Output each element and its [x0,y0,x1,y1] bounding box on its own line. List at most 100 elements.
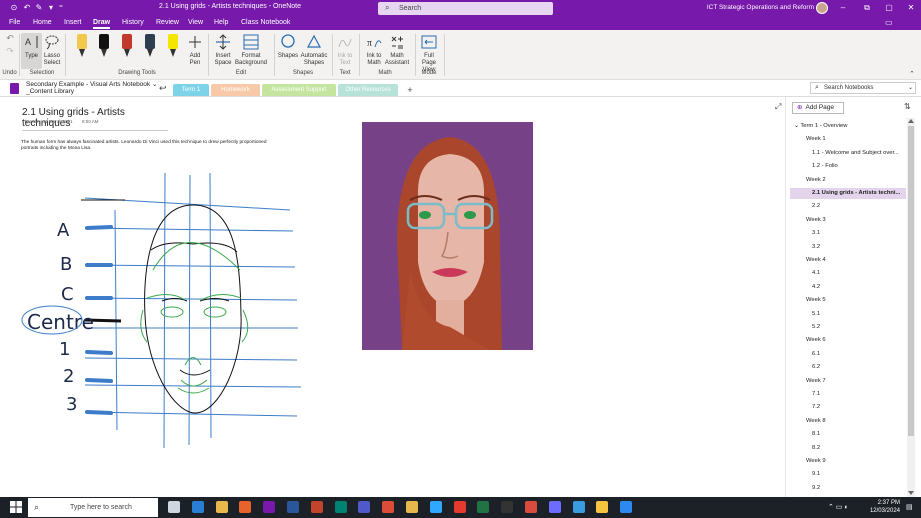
task-view-icon[interactable] [168,501,180,513]
notebook-name[interactable]: Secondary Example - Visual Arts Notebook… [26,80,157,88]
media-icon[interactable] [548,501,561,513]
cmd-icon[interactable] [501,501,514,513]
page-item[interactable]: 3.1 [790,228,906,239]
collapse-ribbon-icon[interactable]: ⌃ [909,70,915,78]
full-page-view-button[interactable]: Full Page View [417,33,441,74]
redo-icon[interactable]: ↷ [4,47,16,56]
pen-mode-icon[interactable]: ✎ [34,3,44,13]
page-item[interactable]: 9.1 [790,469,906,480]
yellow-highlighter[interactable] [168,34,178,59]
taskbar-clock[interactable]: 2:37 PM 12/03/2024 [864,499,900,515]
page-item[interactable]: 1.2 - Folio [790,161,906,172]
chrome-icon[interactable] [382,501,395,513]
grid-face-drawing[interactable]: A B C Centre 1 2 3 [15,170,315,450]
acrobat-icon[interactable] [453,501,466,513]
edge-icon[interactable] [191,501,204,513]
section-tab-other-resources[interactable]: Other Resources [338,84,398,96]
tab-class-notebook[interactable]: Class Notebook [241,19,290,26]
math-assistant-button[interactable]: Math Assistant [384,33,410,67]
search-box[interactable]: ⌕ Search [378,2,553,15]
explorer-folder-icon[interactable] [406,501,418,513]
sway-icon[interactable] [334,501,347,513]
notebook-search-input[interactable]: ⌕ Search Notebooks ⌄ [810,82,916,94]
black-pen[interactable] [99,34,109,59]
pages-scrollbar[interactable] [907,118,915,497]
chevron-down-icon[interactable]: ⌄ [908,84,913,91]
format-background-button[interactable]: Format Background [234,33,268,67]
section-tab-assessment-support[interactable]: Assessment Support [262,84,336,96]
excel-icon[interactable] [477,501,490,513]
shapes-button[interactable]: Shapes [277,33,299,60]
page-group-item[interactable]: Week 1 [790,134,906,145]
photoshop-icon[interactable] [429,501,442,513]
page-item[interactable]: 1.1 - Welcome and Subject over... [790,148,906,159]
red-pen[interactable] [122,34,132,59]
back-icon[interactable]: ⊙ [9,3,19,13]
undo-icon[interactable]: ↶ [4,34,16,43]
page-item[interactable]: 4.2 [790,282,906,293]
customize-icon[interactable]: ⁼ [56,3,66,13]
photos-icon[interactable] [620,501,633,513]
avatar[interactable] [816,2,828,14]
sort-icon[interactable]: ⇅ [904,102,911,111]
page-item[interactable]: 5.2 [790,322,906,333]
system-tray-icons[interactable]: ⌃ ▭ ◐ [828,503,849,511]
page-item[interactable]: 6.1 [790,349,906,360]
type-button[interactable]: A Type [21,33,42,69]
page-item[interactable]: 8.1 [790,429,906,440]
onenote-icon[interactable] [263,501,276,513]
windows-start-icon[interactable] [10,501,22,513]
file-explorer-icon[interactable] [215,501,228,513]
page-group-item[interactable]: Week 4 [790,255,906,266]
section-group-name[interactable]: _Content Library [26,88,74,95]
tab-file[interactable]: File [9,19,20,26]
lasso-select-button[interactable]: Lasso Select [42,33,62,67]
add-section-icon[interactable]: + [401,84,419,96]
page-canvas[interactable]: 2.1 Using grids - Artists techniques Thu… [0,97,785,497]
powerpoint-icon[interactable] [310,501,323,513]
page-item[interactable]: 5.1 [790,309,906,320]
page-group-item[interactable]: Week 9 [790,456,906,467]
page-item[interactable]: 3.2 [790,242,906,253]
tab-draw[interactable]: Draw [93,19,111,29]
minimize-icon[interactable]: – [837,2,849,14]
word-icon[interactable] [287,501,299,513]
automatic-shapes-button[interactable]: Automatic Shapes [299,33,329,67]
ribbon-options-icon[interactable]: ▭ [885,18,893,27]
notifications-icon[interactable]: ▤ [906,503,913,511]
back-arrow-icon[interactable]: ↩ [159,83,167,94]
tab-help[interactable]: Help [214,19,228,26]
close-icon[interactable]: ✕ [905,2,917,14]
page-item[interactable]: 4.1 [790,268,906,279]
add-page-button[interactable]: ⊕ Add Page [792,102,844,114]
page-group-item[interactable]: Week 6 [790,335,906,346]
page-item[interactable]: 2.1 Using grids - Artists techni... [790,188,906,199]
tab-home[interactable]: Home [33,19,52,26]
tab-view[interactable]: View [188,19,203,26]
notes-icon[interactable] [596,501,609,513]
ink-to-text-button[interactable]: Ink to Text [335,33,355,67]
page-group-item[interactable]: Week 2 [790,175,906,186]
dark-blue-pen[interactable] [145,34,155,59]
page-item[interactable]: 2.2 [790,201,906,212]
page-item[interactable]: 8.2 [790,443,906,454]
section-heading[interactable]: ⌄ Term 1 - Overview [790,121,906,132]
insert-space-button[interactable]: Insert Space [211,33,235,67]
page-group-item[interactable]: Week 8 [790,416,906,427]
restore-icon[interactable]: ⧉ [861,2,873,14]
page-group-item[interactable]: Week 7 [790,376,906,387]
section-tab-homework[interactable]: Homework [211,84,260,96]
yellow-highlighter-pen[interactable] [77,34,87,59]
quick-access-dropdown-icon[interactable]: ▾ [46,3,56,13]
undo-icon[interactable]: ↶ [22,3,32,13]
page-group-item[interactable]: Week 3 [790,215,906,226]
teams-icon[interactable] [358,501,371,513]
page-item[interactable]: 7.2 [790,402,906,413]
page-body-text[interactable]: The human form has always fascinated art… [21,140,283,152]
add-pen-button[interactable]: Add Pen [184,33,206,67]
section-tab-term-1[interactable]: Term 1 [173,84,209,96]
edge-browser-icon[interactable] [572,501,585,513]
tab-review[interactable]: Review [156,19,179,26]
page-item[interactable]: 7.1 [790,389,906,400]
maximize-icon[interactable]: ▢ [883,2,895,14]
